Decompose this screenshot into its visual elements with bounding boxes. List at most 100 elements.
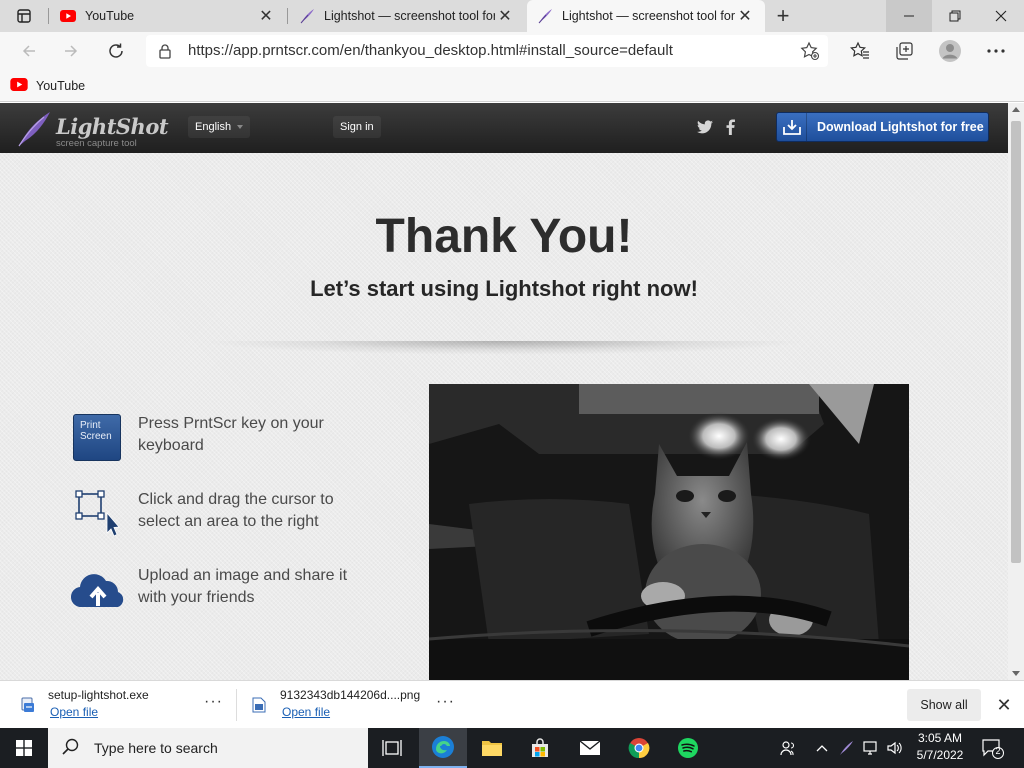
download-bar: setup-lightshot.exe Open file ··· 913234…: [0, 680, 1024, 728]
download-item[interactable]: 9132343db144206d....png Open file ···: [252, 681, 464, 729]
bookmark-label: YouTube: [36, 79, 86, 93]
step-text: Press PrntScr key on your keyboard: [138, 415, 324, 454]
language-label: English: [195, 121, 232, 133]
tab-title: Lightshot — screenshot tool for: [324, 9, 495, 23]
taskbar-mail[interactable]: [566, 728, 614, 768]
forward-button[interactable]: [56, 36, 86, 66]
bookmark-youtube[interactable]: YouTube: [10, 76, 85, 96]
tab-close-button[interactable]: ✕: [495, 6, 515, 26]
clock-date: 5/7/2022: [916, 748, 964, 762]
logo-tagline: screen capture tool: [56, 138, 137, 149]
cloud-upload-icon: [70, 565, 128, 615]
search-icon: [62, 738, 80, 759]
tray-lightshot-icon[interactable]: [836, 728, 856, 768]
print-screen-key-icon: Print Screen: [70, 413, 128, 463]
taskbar-file-explorer[interactable]: [468, 728, 516, 768]
key-label-line2: Screen: [80, 431, 112, 442]
tab-actions-button[interactable]: [0, 0, 48, 32]
restore-button[interactable]: [932, 0, 978, 32]
taskbar-clock[interactable]: 3:05 AM 5/7/2022: [908, 730, 972, 764]
chevron-down-icon: [237, 125, 244, 129]
lightshot-logo[interactable]: LightShot screen capture tool: [16, 108, 169, 150]
show-all-button[interactable]: Show all: [907, 689, 981, 721]
taskbar-edge[interactable]: [419, 728, 467, 768]
tray-people-icon[interactable]: [776, 728, 800, 768]
twitter-icon[interactable]: [696, 118, 714, 136]
sign-in-button[interactable]: Sign in: [333, 116, 381, 138]
taskbar-store[interactable]: [516, 728, 564, 768]
back-arrow-icon: [22, 45, 35, 57]
bookmarks-bar: YouTube: [0, 70, 1024, 102]
tray-volume-icon[interactable]: [884, 728, 906, 768]
sign-in-label: Sign in: [340, 121, 374, 133]
taskbar-chrome[interactable]: [615, 728, 663, 768]
step-select-area: Click and drag the cursor to select an a…: [70, 489, 380, 539]
youtube-icon: [10, 78, 28, 94]
lightshot-feather-icon: [299, 8, 315, 24]
tab-actions-icon: [17, 9, 31, 23]
lock-icon[interactable]: [158, 43, 172, 62]
profile-avatar[interactable]: [936, 37, 964, 65]
settings-more-icon[interactable]: [982, 37, 1010, 65]
tab-lightshot-1[interactable]: Lightshot — screenshot tool for ✕: [289, 0, 525, 32]
folder-icon: [482, 741, 502, 756]
back-button[interactable]: [14, 36, 44, 66]
store-icon: [532, 738, 548, 757]
minimize-button[interactable]: [886, 0, 932, 32]
tray-chevron-up-icon[interactable]: [812, 728, 832, 768]
restore-icon: [949, 10, 961, 22]
windows-logo-icon: [16, 740, 32, 756]
site-header: LightShot screen capture tool English Si…: [0, 103, 1008, 153]
download-label: Download Lightshot for free: [817, 120, 984, 134]
taskbar-spotify[interactable]: [664, 728, 712, 768]
step-text: Click and drag the cursor to select an a…: [138, 491, 334, 530]
logo-name: LightShot: [56, 114, 169, 139]
open-file-link[interactable]: Open file: [50, 705, 98, 719]
clock-time: 3:05 AM: [917, 731, 963, 745]
tab-close-button[interactable]: ✕: [256, 6, 276, 26]
search-placeholder: Type here to search: [94, 740, 218, 756]
download-item[interactable]: setup-lightshot.exe Open file ···: [20, 681, 232, 729]
page-title: Thank You!: [375, 210, 633, 263]
lightshot-feather-icon: [537, 8, 553, 24]
refresh-icon: [109, 43, 123, 58]
download-more-button[interactable]: ···: [204, 693, 223, 711]
tray-network-icon[interactable]: [860, 728, 882, 768]
minimize-icon: [904, 15, 914, 17]
scrollbar-thumb[interactable]: [1011, 121, 1021, 563]
chrome-icon: [628, 738, 650, 759]
open-file-link[interactable]: Open file: [282, 705, 330, 719]
page-viewport: LightShot screen capture tool English Si…: [0, 103, 1008, 680]
download-more-button[interactable]: ···: [436, 693, 455, 711]
close-download-bar-icon[interactable]: ✕: [992, 693, 1016, 717]
tab-close-button[interactable]: ✕: [735, 6, 755, 26]
url-text[interactable]: https://app.prntscr.com/en/thankyou_desk…: [188, 35, 673, 67]
facebook-icon[interactable]: [721, 118, 739, 136]
edge-icon: [432, 736, 454, 758]
favorites-icon[interactable]: [846, 37, 874, 65]
task-view-button[interactable]: [368, 728, 416, 768]
address-bar[interactable]: https://app.prntscr.com/en/thankyou_desk…: [146, 35, 828, 67]
new-tab-button[interactable]: +: [770, 3, 796, 28]
divider-shadow: [200, 341, 808, 355]
task-view-icon: [382, 740, 402, 756]
step-upload-share: Upload an image and share it with your f…: [70, 565, 380, 615]
collections-icon[interactable]: [890, 37, 918, 65]
add-favorite-icon[interactable]: [800, 41, 820, 64]
language-selector[interactable]: English: [188, 116, 251, 138]
download-lightshot-button[interactable]: Download Lightshot for free: [776, 112, 989, 142]
spotify-icon: [678, 738, 698, 758]
taskbar-search-box[interactable]: Type here to search: [48, 728, 368, 768]
tab-lightshot-active[interactable]: Lightshot — screenshot tool for ✕: [527, 0, 765, 32]
scroll-down-arrow[interactable]: [1012, 671, 1020, 676]
start-button[interactable]: [0, 728, 48, 768]
page-scrollbar[interactable]: [1008, 103, 1024, 680]
notification-center-icon[interactable]: 2: [980, 736, 1004, 760]
tab-youtube[interactable]: YouTube ✕: [50, 0, 286, 32]
tab-title: YouTube: [85, 9, 135, 23]
refresh-button[interactable]: [101, 36, 131, 66]
step-text: Upload an image and share it with your f…: [138, 567, 348, 606]
download-icon: [777, 113, 807, 141]
close-window-button[interactable]: [978, 0, 1024, 32]
scroll-up-arrow[interactable]: [1012, 107, 1020, 112]
